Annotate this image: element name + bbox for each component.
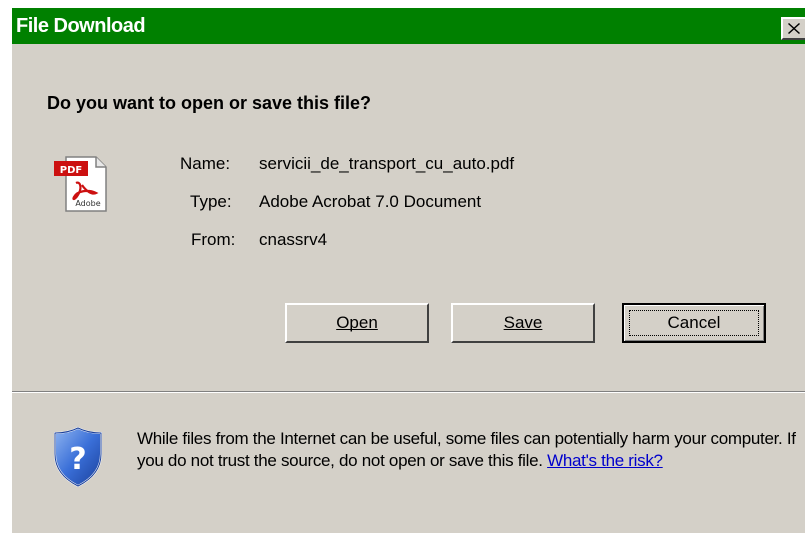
dialog-title: File Download [16, 15, 146, 37]
close-icon [788, 23, 800, 34]
svg-text:?: ? [69, 442, 86, 477]
file-source-value: cnassrv4 [259, 230, 328, 249]
file-type-value: Adobe Acrobat 7.0 Document [259, 192, 482, 211]
from-label: From: [191, 230, 236, 249]
file-name-value: servicii_de_transport_cu_auto.pdf [259, 154, 515, 173]
close-button[interactable] [781, 17, 805, 40]
svg-text:Adobe: Adobe [75, 199, 100, 208]
whats-the-risk-link[interactable]: What's the risk? [547, 451, 663, 470]
pdf-file-icon: PDF Adobe [54, 156, 107, 212]
svg-text:PDF: PDF [60, 165, 82, 176]
cancel-button[interactable]: Cancel [622, 303, 766, 343]
save-button[interactable]: Save [451, 303, 595, 343]
security-shield-icon: ? [54, 426, 102, 488]
separator [12, 391, 805, 393]
cancel-button-label: Cancel [667, 313, 721, 332]
name-label: Name: [180, 154, 231, 173]
security-warning: While files from the Internet can be use… [137, 428, 797, 472]
open-button-label: Open [336, 313, 378, 332]
open-button[interactable]: Open [285, 303, 429, 343]
file-download-dialog: File Download Do you want to open or sav… [10, 8, 805, 533]
warning-text: While files from the Internet can be use… [137, 429, 796, 470]
type-label: Type: [190, 192, 232, 211]
dialog-question: Do you want to open or save this file? [47, 93, 372, 113]
title-bar[interactable]: File Download [12, 8, 805, 44]
save-button-label: Save [503, 313, 543, 332]
